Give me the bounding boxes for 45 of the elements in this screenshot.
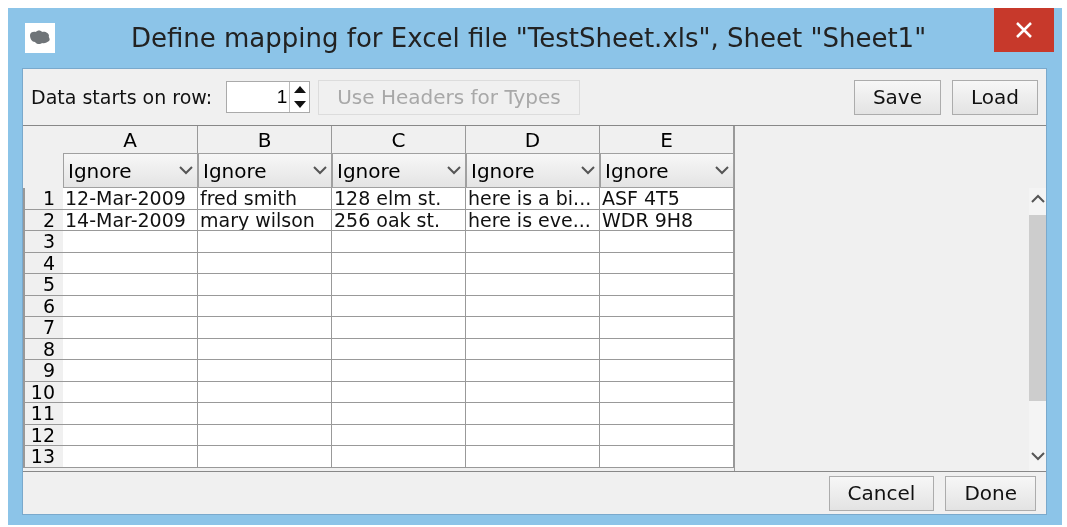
chevron-up-icon[interactable] [1030,194,1045,203]
type-dropdown[interactable]: Ignore [600,153,734,188]
table-cell: fred smith [198,188,332,210]
row-number: 12 [23,424,63,446]
table-cell: 256 oak st. [332,209,466,231]
row-number: 11 [23,403,63,425]
done-button[interactable]: Done [945,475,1036,511]
start-row-label: Data starts on row: [31,86,213,108]
type-dropdown[interactable]: Ignore [332,153,466,188]
start-row-spinner[interactable]: 1 [226,81,311,113]
chevron-down-icon [581,166,595,175]
row-number: 8 [23,338,63,360]
close-button[interactable] [994,8,1054,52]
scrollbar[interactable] [1029,188,1046,471]
row-number: 5 [23,274,63,296]
row-number: 9 [23,360,63,382]
chevron-down-icon [179,166,193,175]
type-dropdown[interactable]: Ignore [198,153,332,188]
type-dropdown[interactable]: Ignore [63,153,198,188]
table-cell: here is eve... [466,209,600,231]
table-cell: mary wilson [198,209,332,231]
chevron-down-icon[interactable] [1030,452,1045,461]
row-number: 2 [23,209,63,231]
table-cell: 128 elm st. [332,188,466,210]
window-title: Define mapping for Excel file "TestSheet.xls", Sheet "Sheet1" [129,23,928,53]
row-number: 3 [23,231,63,253]
load-button[interactable]: Load [952,79,1038,115]
row-number: 6 [23,295,63,317]
cancel-button[interactable]: Cancel [828,475,935,511]
save-button[interactable]: Save [853,79,941,115]
table-cell: 12-Mar-2009 [63,188,198,210]
table-cell: 14-Mar-2009 [63,209,198,231]
chevron-down-icon [715,166,729,175]
row-number: 4 [23,252,63,274]
row-number: 7 [23,317,63,339]
row-number: 10 [23,381,63,403]
close-icon [1015,21,1033,39]
chevron-down-icon [313,166,327,175]
table-cell: ASF 4T5 [600,188,734,210]
chevron-down-icon [447,166,461,175]
row-number: 13 [23,446,63,468]
row-number: 1 [23,188,63,210]
table-cell: here is a bi... [466,188,600,210]
type-dropdown[interactable]: Ignore [466,153,600,188]
table-cell: WDR 9H8 [600,209,734,231]
